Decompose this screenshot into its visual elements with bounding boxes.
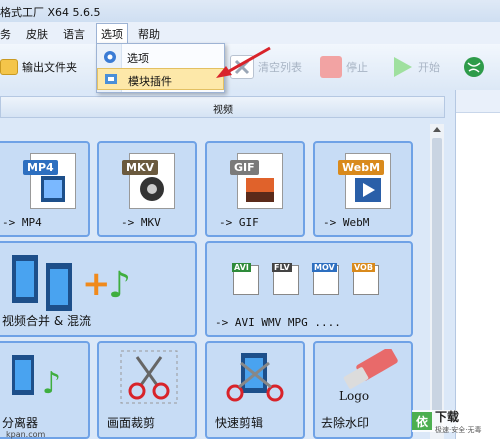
tiles-scrollbar[interactable] <box>430 124 444 439</box>
tile-label: 视频合并 & 混流 <box>2 314 91 328</box>
menu-bar: 务 皮肤 语言 选项 帮助 <box>0 22 500 45</box>
tile-label: 画面裁剪 <box>107 416 156 430</box>
gif-file-icon: GIF <box>230 153 283 209</box>
dropdown-item-options[interactable]: 选项 <box>97 46 224 68</box>
start-button[interactable]: 开始 <box>390 54 440 80</box>
tile-to-gif[interactable]: GIF -> GIF <box>205 141 305 237</box>
tile-label: 去除水印 <box>321 416 370 430</box>
svg-text:♪: ♪ <box>108 265 131 306</box>
tile-to-mkv[interactable]: MKV -> MKV <box>97 141 197 237</box>
options-dropdown: 选项 模块插件 <box>96 43 225 93</box>
svg-text:♪: ♪ <box>42 366 61 401</box>
webm-file-icon: WebM <box>338 153 391 209</box>
stop-icon <box>320 56 342 78</box>
watermark-title: 下载 <box>435 409 460 424</box>
tile-crop[interactable]: 画面裁剪 <box>97 341 197 439</box>
output-folder-label: 输出文件夹 <box>22 61 77 74</box>
logo-text: Logo <box>339 389 370 403</box>
menu-options[interactable]: 选项 <box>96 23 128 43</box>
globe-button[interactable] <box>462 54 486 80</box>
tile-remove-watermark[interactable]: Logo 去除水印 <box>313 341 413 439</box>
scroll-thumb[interactable] <box>432 138 442 428</box>
mp4-file-icon: MP4 <box>23 153 76 209</box>
tile-label: -> MP4 <box>2 216 42 229</box>
start-label: 开始 <box>418 61 440 74</box>
dropdown-item-label: 选项 <box>127 52 149 65</box>
vob-file-icon: VOB <box>352 263 379 295</box>
stop-label: 停止 <box>346 61 368 74</box>
menu-skin[interactable]: 皮肤 <box>26 26 48 42</box>
footer-url: kpan.com <box>6 430 46 439</box>
avi-file-icon: AVI <box>232 263 259 295</box>
dropdown-item-label: 模块插件 <box>128 75 172 88</box>
flv-file-icon: FLV <box>272 263 299 295</box>
quick-clip-icon <box>226 353 284 402</box>
stop-button[interactable]: 停止 <box>320 54 368 80</box>
tile-label: -> WebM <box>323 216 370 229</box>
tile-video-merge-mux[interactable]: + ♪ 视频合并 & 混流 <box>0 241 197 337</box>
globe-icon <box>464 57 484 77</box>
tile-splitter[interactable]: ♪ 分离器 <box>0 341 90 439</box>
merge-film-icon: + ♪ <box>12 255 131 311</box>
splitter-icon: ♪ <box>12 355 61 401</box>
dropdown-item-module-plugins[interactable]: 模块插件 <box>97 68 224 90</box>
task-list-panel <box>455 90 500 439</box>
watermark-sub: 极速·安全·无毒 <box>435 425 482 434</box>
tile-label: -> GIF <box>219 216 259 229</box>
tile-to-webm[interactable]: WebM -> WebM <box>313 141 413 237</box>
video-section-header[interactable]: 视频 <box>0 96 445 118</box>
window-title: 格式工厂 X64 5.6.5 <box>0 6 101 19</box>
menu-help[interactable]: 帮助 <box>138 26 160 42</box>
menu-task[interactable]: 务 <box>0 26 11 42</box>
tile-to-mp4[interactable]: MP4 -> MP4 <box>0 141 90 237</box>
tile-to-avi-wmv-mpg[interactable]: AVI FLV MOV VOB -> AVI WMV MPG .... <box>205 241 413 337</box>
svg-text:+: + <box>82 264 111 304</box>
watermark-logo-icon: 依 <box>412 412 432 430</box>
menu-language[interactable]: 语言 <box>63 26 85 42</box>
section-title: 视频 <box>213 105 233 116</box>
scissors-icon <box>120 350 178 404</box>
tile-quick-clip[interactable]: 快速剪辑 <box>205 341 305 439</box>
mov-file-icon: MOV <box>312 263 339 295</box>
site-watermark: 依 下载 极速·安全·无毒 <box>412 409 500 434</box>
play-icon <box>394 57 412 77</box>
tile-label: 分离器 <box>2 416 39 430</box>
tile-label: 快速剪辑 <box>215 416 264 430</box>
scroll-up-arrow-icon[interactable] <box>433 127 441 132</box>
tile-label: -> MKV <box>121 216 161 229</box>
options-gear-icon <box>104 51 116 63</box>
title-bar: 格式工厂 X64 5.6.5 <box>0 0 500 22</box>
plugin-icon <box>105 74 117 84</box>
red-arrow-icon <box>216 46 271 78</box>
tile-label: -> AVI WMV MPG .... <box>215 316 341 329</box>
mkv-file-icon: MKV <box>122 153 175 209</box>
output-folder-button[interactable]: 输出文件夹 <box>0 54 77 80</box>
folder-icon <box>0 59 18 75</box>
